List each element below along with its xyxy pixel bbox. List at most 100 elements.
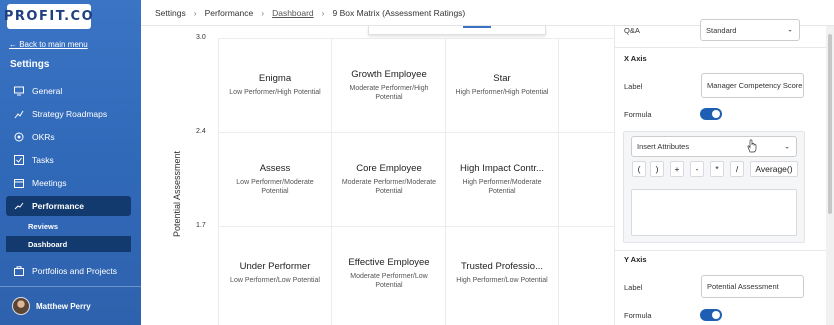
- popup-fragment: [368, 26, 546, 35]
- user-name: Matthew Perry: [36, 301, 91, 311]
- breadcrumb-current-page: 9 Box Matrix (Assessment Ratings): [332, 7, 466, 18]
- insert-attributes-text: Insert Attributes: [637, 142, 690, 151]
- grid-line: [558, 38, 559, 325]
- box-title: Effective Employee: [348, 257, 430, 268]
- x-label-input[interactable]: Manager Competency Score: [701, 73, 804, 98]
- avatar: [12, 297, 30, 315]
- sidebar-subitem-dashboard[interactable]: Dashboard: [6, 236, 131, 252]
- sidebar-item-strategy-roadmaps[interactable]: Strategy Roadmaps: [6, 104, 131, 124]
- y-formula-toggle[interactable]: [700, 309, 722, 321]
- sidebar-item-tasks[interactable]: Tasks: [6, 150, 131, 170]
- back-to-main-menu-link[interactable]: ← Back to main menu: [9, 40, 88, 49]
- box-core-employee[interactable]: Core Employee Moderate Performer/Moderat…: [336, 163, 442, 197]
- grid-line: [445, 38, 446, 325]
- box-title: Assess: [259, 163, 291, 174]
- op-close-paren-button[interactable]: ): [650, 161, 664, 177]
- logo[interactable]: PROFIT.CO: [3, 4, 95, 29]
- box-subtitle: High Performer/Low Potential: [456, 277, 548, 284]
- grid-line: [218, 38, 614, 39]
- grid-line: [218, 38, 219, 325]
- y-label-input-value: Potential Assessment: [707, 282, 779, 291]
- x-formula-toggle[interactable]: [700, 108, 722, 120]
- sidebar-item-label: Portfolios and Projects: [32, 266, 118, 276]
- grid-line: [331, 38, 332, 325]
- sidebar-item-label: Strategy Roadmaps: [32, 109, 108, 119]
- qa-select[interactable]: Standard ⌄: [700, 19, 800, 41]
- box-subtitle: High Performer/Moderate Potential: [462, 179, 542, 196]
- box-title: Growth Employee: [351, 69, 427, 80]
- chevron-right-icon: ›: [321, 7, 325, 18]
- y-tick-label: 3.0: [196, 34, 206, 41]
- box-title: Under Performer: [239, 261, 311, 272]
- sidebar-subitem-label: Dashboard: [28, 239, 68, 249]
- briefcase-icon: [14, 266, 24, 276]
- box-effective-employee[interactable]: Effective Employee Moderate Performer/Lo…: [336, 257, 442, 291]
- sidebar-item-okrs[interactable]: OKRs: [6, 127, 131, 147]
- sidebar: PROFIT.CO ← Back to main menu Settings G…: [0, 0, 141, 325]
- op-plus-button[interactable]: +: [670, 161, 684, 177]
- box-subtitle: Low Performer/Low Potential: [230, 277, 320, 284]
- box-star[interactable]: Star High Performer/High Potential: [449, 73, 555, 97]
- x-label-input-value: Manager Competency Score: [707, 81, 803, 90]
- sidebar-item-label: Tasks: [32, 155, 54, 165]
- breadcrumb-performance[interactable]: Performance: [205, 8, 254, 18]
- box-title: Core Employee: [356, 163, 422, 174]
- box-title: High Impact Contr...: [460, 163, 544, 174]
- scrollbar-thumb[interactable]: [828, 34, 832, 214]
- box-title: Trusted Professio...: [460, 261, 543, 272]
- insert-attributes-select[interactable]: Insert Attributes ⌄: [631, 136, 797, 157]
- box-subtitle: Low Performer/High Potential: [229, 89, 321, 96]
- calendar-icon: [14, 179, 24, 188]
- box-under-performer[interactable]: Under Performer Low Performer/Low Potent…: [222, 261, 328, 285]
- grid-line: [218, 132, 614, 133]
- sidebar-subitem-reviews[interactable]: Reviews: [6, 218, 131, 234]
- hand-cursor-icon: [747, 139, 757, 153]
- sidebar-item-label: General: [32, 86, 63, 96]
- sidebar-item-meetings[interactable]: Meetings: [6, 173, 131, 193]
- qa-select-value: Standard: [706, 25, 737, 35]
- sidebar-item-portfolios-and-projects[interactable]: Portfolios and Projects: [6, 261, 131, 281]
- divider: [614, 47, 826, 48]
- user-profile[interactable]: Matthew Perry: [0, 286, 141, 325]
- breadcrumb-settings[interactable]: Settings: [155, 8, 186, 18]
- sidebar-item-general[interactable]: General: [6, 81, 131, 101]
- y-label-input[interactable]: Potential Assessment: [701, 275, 804, 298]
- box-growth-employee[interactable]: Growth Employee Moderate Performer/High …: [336, 69, 442, 103]
- box-trusted-professional[interactable]: Trusted Professio... High Performer/Low …: [449, 261, 555, 285]
- target-icon: [14, 132, 24, 142]
- op-multiply-button[interactable]: *: [710, 161, 724, 177]
- box-assess[interactable]: Assess Low Performer/Moderate Potential: [222, 163, 328, 197]
- y-axis-title-text: Potential Assessment: [172, 150, 182, 238]
- grid-line: [218, 226, 614, 227]
- qa-label: Q&A: [624, 26, 640, 35]
- box-high-impact-contributor[interactable]: High Impact Contr... High Performer/Mode…: [449, 163, 555, 197]
- sidebar-item-label: Meetings: [32, 178, 67, 188]
- checkbox-icon: [14, 155, 24, 165]
- x-formula-textarea[interactable]: [631, 189, 797, 236]
- op-divide-button[interactable]: /: [730, 161, 744, 177]
- sidebar-subitem-label: Reviews: [28, 221, 59, 231]
- x-axis-heading: X Axis: [624, 54, 647, 63]
- y-axis-heading: Y Axis: [624, 255, 647, 264]
- y-tick-label: 2.4: [196, 128, 206, 135]
- sidebar-item-performance[interactable]: Performance: [6, 196, 131, 216]
- divider: [614, 250, 826, 251]
- chart-icon: [14, 202, 24, 210]
- monitor-icon: [14, 86, 24, 96]
- op-average-button[interactable]: Average(): [750, 161, 798, 177]
- op-open-paren-button[interactable]: (: [632, 161, 646, 177]
- logo-text: PROFIT.CO: [3, 9, 95, 24]
- roadmap-icon: [14, 110, 24, 119]
- box-subtitle: Moderate Performer/Low Potential: [350, 273, 428, 290]
- popup-button[interactable]: [463, 26, 491, 28]
- op-minus-button[interactable]: -: [690, 161, 704, 177]
- y-axis-title: Potential Assessment: [170, 148, 184, 240]
- chevron-right-icon: ›: [193, 7, 197, 18]
- chevron-down-icon: ⌄: [787, 26, 793, 34]
- y-label-label: Label: [624, 283, 643, 292]
- chevron-right-icon: ›: [261, 7, 265, 18]
- y-tick-label: 1.7: [196, 222, 206, 229]
- box-enigma[interactable]: Enigma Low Performer/High Potential: [222, 73, 328, 97]
- breadcrumb-dashboard[interactable]: Dashboard: [272, 8, 314, 18]
- sidebar-title: Settings: [10, 59, 50, 70]
